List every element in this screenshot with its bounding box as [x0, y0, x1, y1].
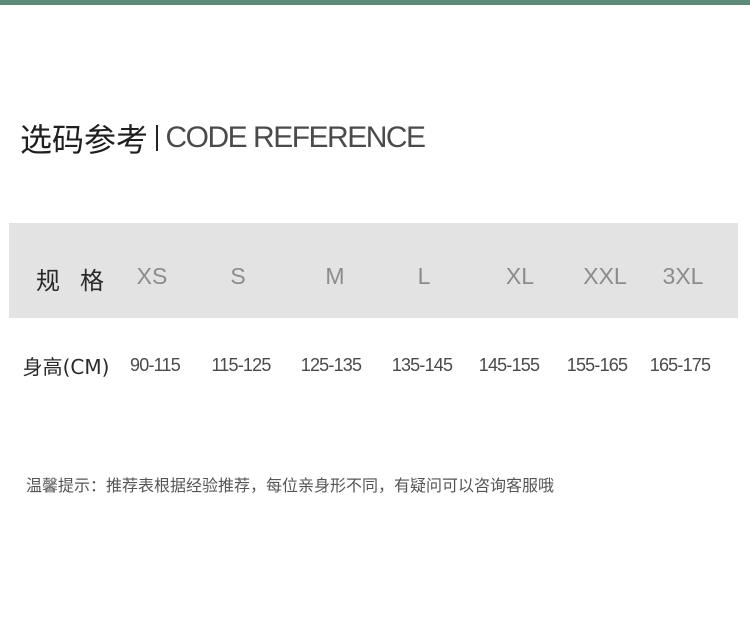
value-m: 125-135	[288, 318, 374, 413]
height-value: 135-145	[391, 355, 453, 375]
height-value: 115-125	[211, 355, 271, 375]
size-label: S	[230, 263, 246, 289]
value-3xl: 165-175	[637, 318, 723, 413]
height-value: 90-115	[130, 355, 181, 375]
title-divider	[156, 125, 158, 151]
value-xs: 90-115	[112, 318, 198, 413]
row-label: 身高(CM)	[22, 355, 110, 379]
size-xs: XS	[109, 223, 195, 318]
size-m: M	[292, 223, 378, 318]
size-3xl: 3XL	[640, 223, 726, 318]
value-xl: 145-155	[466, 318, 552, 413]
height-value: 155-165	[566, 355, 628, 375]
size-label: 3XL	[662, 263, 704, 289]
size-xl: XL	[477, 223, 563, 318]
height-value: 145-155	[478, 355, 540, 375]
height-value: 165-175	[649, 355, 711, 375]
value-xxl: 155-165	[554, 318, 640, 413]
size-table: 规格 XS S M L XL XXL 3XL 身高(CM) 90-115 115…	[9, 223, 738, 413]
size-s: S	[195, 223, 281, 318]
size-label: XS	[136, 263, 168, 289]
title-chinese: 选码参考	[20, 121, 149, 159]
table-header-row: 规格 XS S M L XL XXL 3XL	[9, 223, 738, 318]
top-accent-bar	[0, 0, 750, 5]
size-label: XL	[505, 263, 535, 289]
size-label: XXL	[583, 263, 627, 289]
size-l: L	[381, 223, 467, 318]
size-xxl: XXL	[562, 223, 648, 318]
page-title: 选码参考 CODE REFERENCE	[20, 116, 427, 160]
size-label: M	[325, 263, 345, 289]
tip-text: 温馨提示：推荐表根据经验推荐，每位亲身形不同，有疑问可以咨询客服哦	[26, 476, 555, 495]
value-l: 135-145	[379, 318, 465, 413]
row-label-cell: 身高(CM)	[9, 318, 123, 413]
height-value: 125-135	[300, 355, 362, 375]
value-s: 115-125	[198, 318, 284, 413]
table-row: 身高(CM) 90-115 115-125 125-135 135-145 14…	[9, 318, 738, 413]
size-label: L	[417, 263, 431, 289]
title-english: CODE REFERENCE	[165, 121, 427, 154]
